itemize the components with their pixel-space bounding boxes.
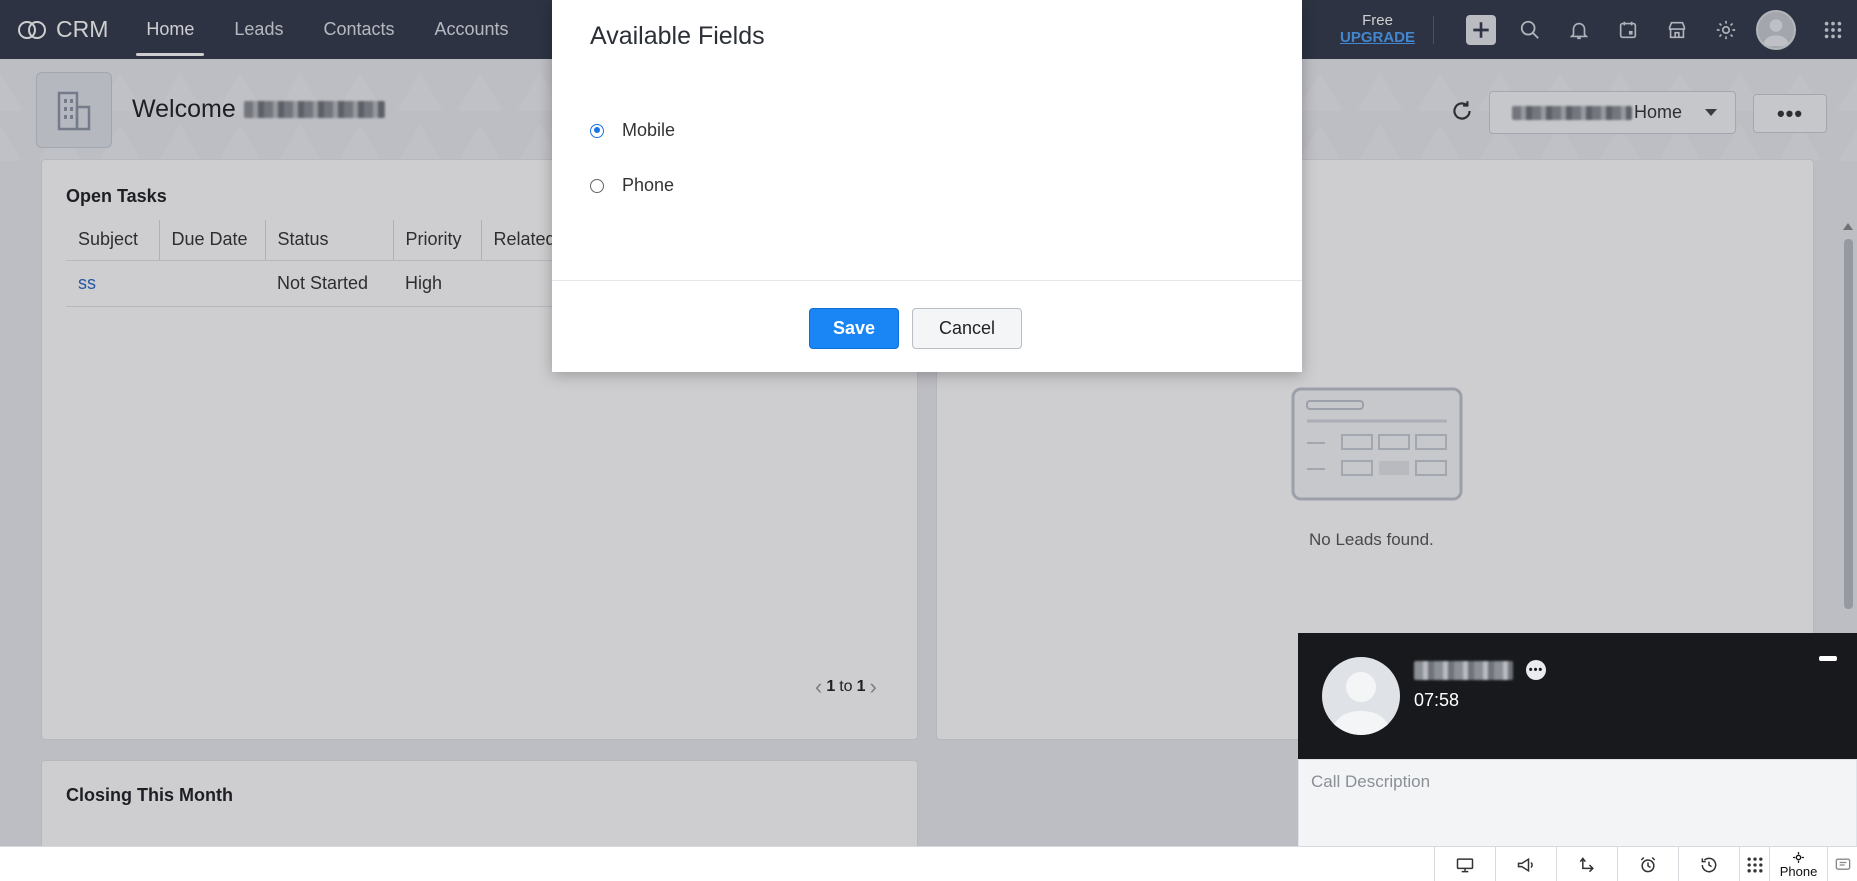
dialog-footer: Save Cancel <box>552 280 1302 372</box>
option-mobile[interactable]: Mobile <box>590 120 675 141</box>
call-more-icon[interactable]: ••• <box>1526 660 1546 680</box>
radio-mobile[interactable] <box>590 123 604 138</box>
call-description-field[interactable]: Call Description <box>1298 759 1857 847</box>
phone-label: Phone <box>1779 863 1818 879</box>
dialog-title: Available Fields <box>590 22 765 50</box>
recent-items-button[interactable] <box>1678 847 1739 881</box>
phone-settings-button[interactable]: Phone <box>1769 847 1827 881</box>
alarm-clock-icon <box>1640 856 1656 872</box>
dialpad-button[interactable] <box>1739 847 1769 881</box>
announcements-button[interactable] <box>1495 847 1556 881</box>
radio-phone[interactable] <box>590 178 604 193</box>
transfer-icon <box>1579 856 1594 872</box>
redacted-caller-name <box>1414 661 1513 680</box>
cancel-button[interactable]: Cancel <box>912 308 1022 349</box>
reminders-button[interactable] <box>1617 847 1678 881</box>
option-mobile-label: Mobile <box>622 120 676 140</box>
call-timer: 07:58 <box>1414 690 1460 710</box>
minimize-icon[interactable] <box>1819 656 1837 661</box>
bottom-toolbar: Phone <box>0 846 1857 881</box>
transfer-button[interactable] <box>1556 847 1617 881</box>
screen-share-button[interactable] <box>1434 847 1495 881</box>
chat-icon <box>1835 858 1850 870</box>
history-icon <box>1701 857 1717 872</box>
monitor-icon <box>1456 857 1474 872</box>
call-header: ••• 07:58 <box>1298 633 1857 759</box>
option-phone-label: Phone <box>622 175 675 195</box>
caller-avatar <box>1322 657 1400 735</box>
save-button[interactable]: Save <box>809 308 899 349</box>
available-fields-dialog: Available Fields Mobile Phone Save Cance… <box>552 0 1302 372</box>
call-widget: ••• 07:58 Call Description <box>1298 633 1857 847</box>
chat-button[interactable] <box>1827 847 1857 881</box>
dialpad-icon <box>1747 857 1762 872</box>
megaphone-icon <box>1517 857 1533 872</box>
gear-icon <box>1793 851 1804 863</box>
option-phone[interactable]: Phone <box>590 175 674 196</box>
bottom-toolbar-icons: Phone <box>1434 847 1857 881</box>
